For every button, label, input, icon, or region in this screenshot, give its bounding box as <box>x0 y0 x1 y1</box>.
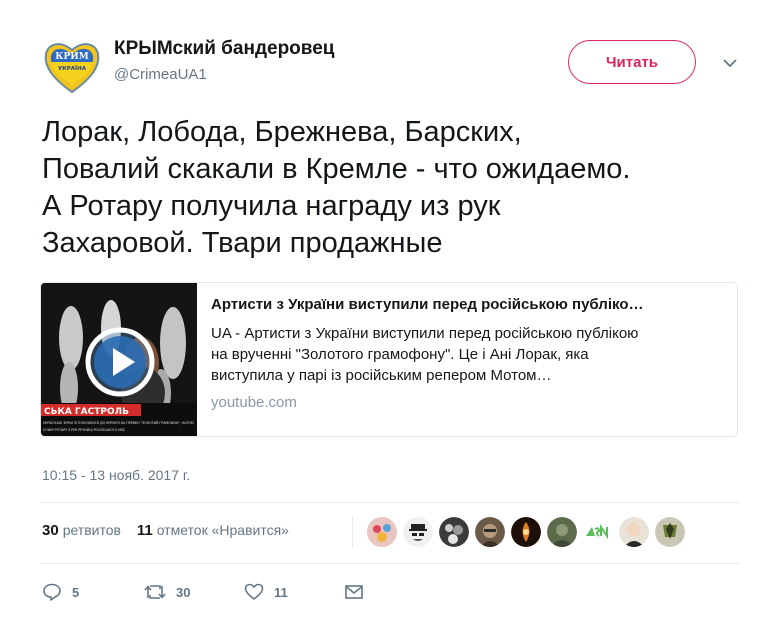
author-display-name[interactable]: КРЫМский бандеровец <box>114 38 334 60</box>
liker-avatar[interactable] <box>438 516 470 548</box>
heart-icon <box>244 583 264 600</box>
author-avatar[interactable]: КРИМ УКРАЇНА <box>42 36 102 96</box>
retweet-icon <box>144 585 166 599</box>
liker-avatar[interactable] <box>618 516 650 548</box>
retweet-count: 30 <box>176 584 191 600</box>
envelope-icon <box>345 585 363 599</box>
tweet-line: Захаровой. Твари продажные <box>42 227 443 259</box>
card-description-line: UA - Артисти з України виступили перед р… <box>211 325 639 342</box>
liker-avatar[interactable] <box>366 516 398 548</box>
tweet-stats: 30 ретвитов 11 отметок «Нравится» <box>42 522 301 539</box>
tweet-text: Лорак, Лобода, Брежнева, Барских, Повали… <box>42 114 752 262</box>
reply-count: 5 <box>72 584 80 600</box>
likes-stat[interactable]: 11 отметок «Нравится» <box>136 522 289 539</box>
follow-button[interactable]: Читать <box>568 40 696 84</box>
thumbnail-caption: СОФІЯ РОТАРУ З РУК РЕЧНИЦІ РОСІЙСЬКОГО М… <box>43 427 126 432</box>
liker-avatar[interactable] <box>546 516 578 548</box>
play-icon[interactable] <box>85 327 155 397</box>
reply-icon <box>43 583 61 601</box>
divider <box>40 563 740 564</box>
tweet-line: Повалий скакали в Кремле - что ожидаемо. <box>42 153 631 185</box>
direct-message-button[interactable] <box>344 580 364 604</box>
liker-avatar[interactable] <box>582 516 614 548</box>
avatar-text-bottom: УКРАЇНА <box>58 65 87 72</box>
chevron-down-icon[interactable] <box>722 56 738 68</box>
avatar-text-top: КРИМ <box>55 52 88 62</box>
reply-button[interactable]: 5 <box>42 580 79 604</box>
thumbnail-caption: УКРАЇНСЬКІ ЗІРКИ ЗГОЛОСИЛИСЯ ДО КРЕМЛЯ Н… <box>43 420 194 425</box>
liker-avatar[interactable] <box>474 516 506 548</box>
retweets-count: 30 <box>42 522 59 539</box>
retweets-stat[interactable]: 30 ретвитов <box>42 522 121 539</box>
tweet-line: А Ротару получила награду из рук <box>42 190 501 222</box>
card-domain: youtube.com <box>211 394 297 411</box>
card-title[interactable]: Артисти з України виступили перед російс… <box>211 295 726 315</box>
card-description-line: на врученні "Золотого грамофону". Це і А… <box>211 346 589 363</box>
divider <box>40 502 740 503</box>
card-description: UA - Артисти з України виступили перед р… <box>211 323 726 386</box>
liker-avatar[interactable] <box>510 516 542 548</box>
divider <box>352 516 353 548</box>
card-body[interactable]: Артисти з України виступили перед російс… <box>211 295 726 411</box>
link-card[interactable]: СЬКА ГАСТРОЛЬ УКРАЇНСЬКІ ЗІРКИ ЗГОЛОСИЛИ… <box>40 282 738 437</box>
thumbnail-banner: СЬКА ГАСТРОЛЬ <box>44 407 129 417</box>
likes-label: отметок «Нравится» <box>156 522 289 538</box>
like-button[interactable]: 11 <box>244 580 288 604</box>
tweet-line: Лорак, Лобода, Брежнева, Барских, <box>42 116 522 148</box>
liker-avatar[interactable] <box>654 516 686 548</box>
retweet-button[interactable]: 30 <box>144 580 190 604</box>
card-description-line: виступила у парі із російським репером М… <box>211 367 552 384</box>
author-handle[interactable]: @CrimeaUA1 <box>114 66 207 83</box>
tweet-timestamp[interactable]: 10:15 - 13 нояб. 2017 г. <box>42 467 190 483</box>
likes-count: 11 <box>136 522 153 539</box>
video-thumbnail[interactable]: СЬКА ГАСТРОЛЬ УКРАЇНСЬКІ ЗІРКИ ЗГОЛОСИЛИ… <box>41 283 197 436</box>
liker-avatar[interactable] <box>402 516 434 548</box>
retweets-label: ретвитов <box>62 522 121 538</box>
like-count: 11 <box>274 584 288 600</box>
